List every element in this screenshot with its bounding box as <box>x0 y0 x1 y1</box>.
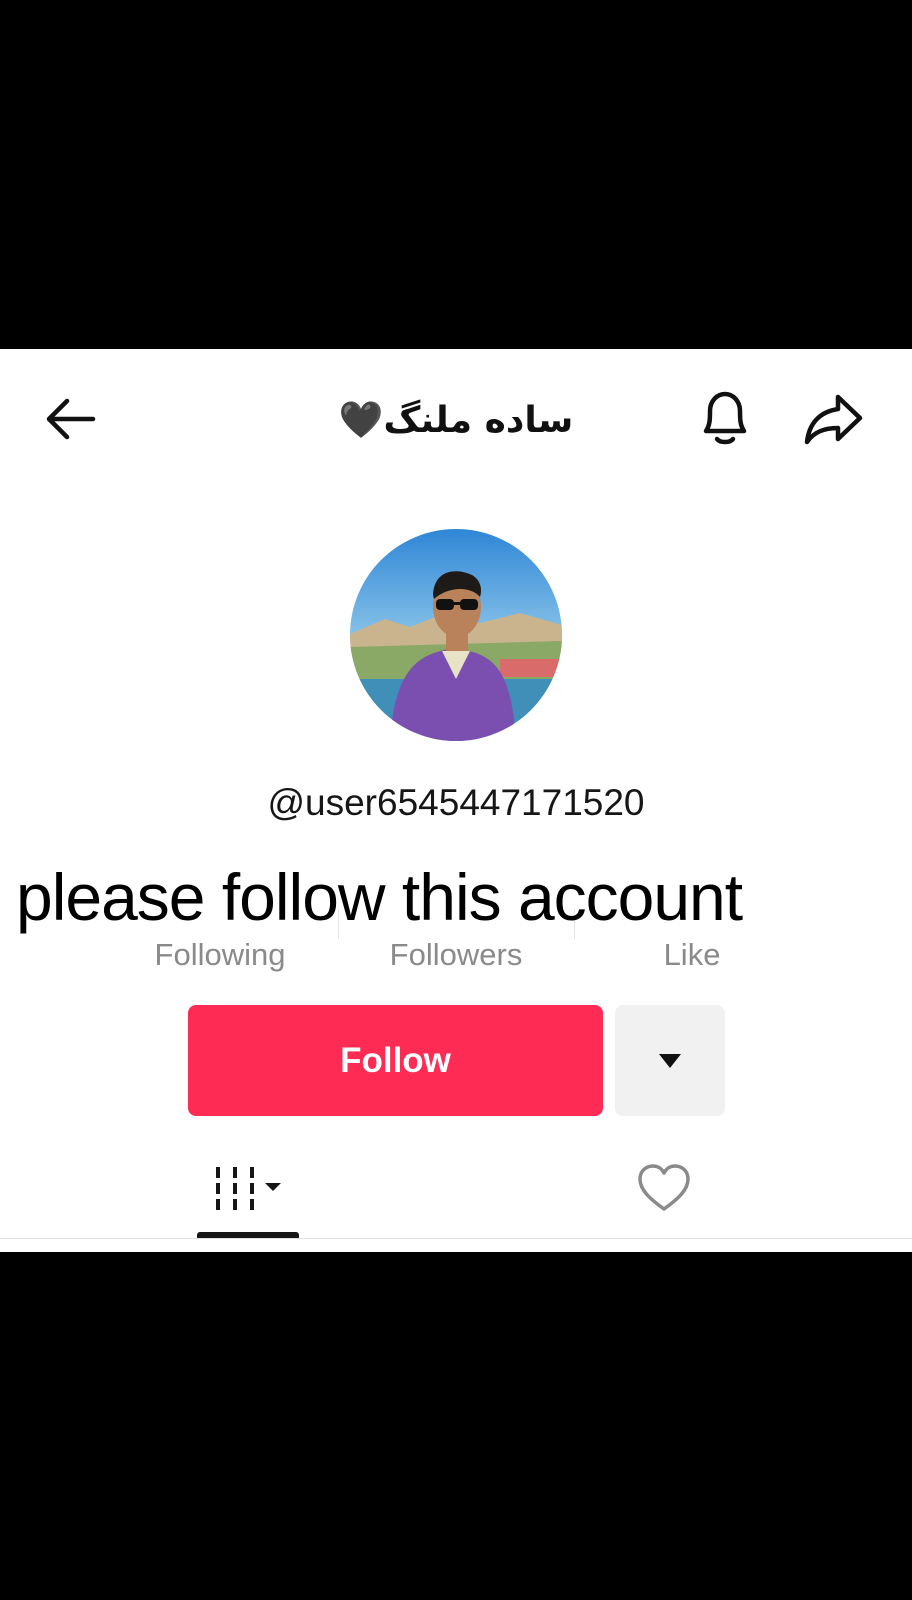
screen: ساده ملنگ🖤 @user6545447171520 Following … <box>0 0 912 1600</box>
likes-label: Like <box>663 937 721 972</box>
share-button[interactable] <box>800 387 866 451</box>
avatar[interactable] <box>350 529 562 741</box>
suggested-accounts-button[interactable] <box>615 1005 725 1116</box>
back-button[interactable] <box>38 387 102 451</box>
heart-outline-icon <box>638 1164 690 1211</box>
tab-liked-videos[interactable] <box>612 1149 716 1227</box>
top-bar: ساده ملنگ🖤 <box>0 349 912 499</box>
following-label[interactable]: Following <box>100 935 340 975</box>
back-arrow-icon <box>46 398 96 440</box>
bell-icon <box>703 391 747 445</box>
share-icon <box>804 394 863 445</box>
notification-bell-button[interactable] <box>692 385 758 451</box>
username: @user6545447171520 <box>267 782 645 823</box>
avatar-photo <box>350 529 562 741</box>
tab-divider <box>0 1238 912 1239</box>
profile-panel: ساده ملنگ🖤 @user6545447171520 Following … <box>0 349 912 1252</box>
follow-button[interactable]: Follow <box>188 1005 603 1116</box>
caret-down-icon <box>659 1053 681 1068</box>
profile-display-name: ساده ملنگ🖤 <box>338 400 574 441</box>
overlay-caption: please follow this account <box>16 860 743 934</box>
video-grid-icon <box>216 1167 281 1210</box>
followers-label[interactable]: Followers <box>336 935 576 975</box>
tab-videos[interactable] <box>196 1149 300 1227</box>
